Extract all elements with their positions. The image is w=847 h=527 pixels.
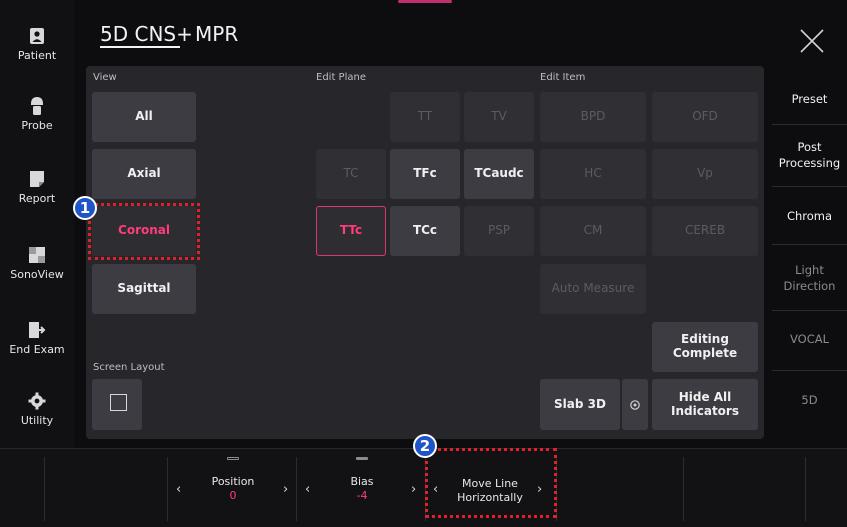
edit-plane-tc-button[interactable]: TC	[316, 149, 386, 199]
right-menu-post-processing[interactable]: Post Processing	[772, 140, 847, 171]
sidebar-item-patient[interactable]: Patient	[0, 27, 74, 62]
divider	[772, 370, 847, 371]
knob-indicator-icon	[356, 457, 368, 460]
right-menu-preset[interactable]: Preset	[772, 92, 847, 108]
end-exam-icon	[28, 321, 46, 339]
position-increase-chevron-icon[interactable]: ›	[283, 482, 288, 497]
knob-indicator-icon	[227, 457, 239, 460]
edit-plane-section-label: Edit Plane	[316, 72, 366, 83]
sidebar-item-report[interactable]: Report	[0, 170, 74, 205]
position-decrease-chevron-icon[interactable]: ‹	[176, 482, 181, 497]
edit-plane-tt-button[interactable]: TT	[390, 92, 460, 142]
tab-5d-cns[interactable]: 5D CNS+	[100, 22, 193, 46]
edit-item-cm-button[interactable]: CM	[540, 206, 646, 256]
right-menu-5d[interactable]: 5D	[772, 393, 847, 409]
tab-mpr[interactable]: MPR	[195, 22, 238, 46]
patient-icon	[28, 27, 46, 45]
annotation-badge-2: 2	[413, 434, 437, 458]
divider	[805, 457, 806, 521]
position-label: Position	[211, 475, 255, 488]
close-icon	[800, 29, 824, 53]
screen-layout-label: Screen Layout	[93, 362, 165, 373]
right-menu-light-direction[interactable]: Light Direction	[772, 263, 847, 294]
settings-gear-icon	[630, 399, 640, 410]
right-sidebar: Preset Post Processing Chroma Light Dire…	[772, 60, 847, 448]
divider	[44, 457, 45, 521]
edit-item-section-label: Edit Item	[540, 72, 586, 83]
utility-gear-icon	[28, 392, 46, 410]
sidebar-item-label: Probe	[21, 119, 53, 132]
right-menu-vocal[interactable]: VOCAL	[772, 332, 847, 348]
divider	[167, 457, 168, 521]
active-tab-underline	[100, 46, 180, 48]
divider	[772, 244, 847, 245]
auto-measure-button[interactable]: Auto Measure	[540, 264, 646, 314]
edit-item-hc-button[interactable]: HC	[540, 149, 646, 199]
divider	[772, 186, 847, 187]
sidebar-item-utility[interactable]: Utility	[0, 392, 74, 427]
sidebar-item-sonoview[interactable]: SonoView	[0, 246, 74, 281]
right-menu-chroma[interactable]: Chroma	[772, 209, 847, 225]
slab-3d-button[interactable]: Slab 3D	[540, 379, 620, 430]
edit-plane-tcc-button[interactable]: TCc	[390, 206, 460, 256]
close-button[interactable]	[797, 26, 827, 56]
edit-plane-psp-button[interactable]: PSP	[464, 206, 534, 256]
annotation-highlight-coronal	[88, 203, 200, 260]
sidebar-item-label: Patient	[17, 49, 57, 62]
divider	[772, 124, 847, 125]
probe-icon	[28, 97, 46, 115]
edit-plane-tv-button[interactable]: TV	[464, 92, 534, 142]
editing-complete-button[interactable]: Editing Complete	[652, 322, 758, 372]
view-section-label: View	[93, 72, 117, 83]
divider	[296, 457, 297, 521]
report-icon	[28, 170, 46, 188]
edit-plane-tfc-button[interactable]: TFc	[390, 149, 460, 199]
bottom-control-bar: ‹ Position 0 › ‹ Bias -4 › ‹ Move Line H…	[0, 448, 847, 527]
sidebar-item-label: Utility	[20, 414, 54, 427]
top-accent-bar	[398, 0, 452, 3]
divider	[772, 310, 847, 311]
sidebar-item-label: Report	[18, 192, 56, 205]
sidebar-item-end-exam[interactable]: End Exam	[0, 321, 74, 356]
annotation-highlight-move-line	[425, 448, 557, 518]
position-knob[interactable]: Position 0	[200, 475, 266, 503]
view-axial-button[interactable]: Axial	[92, 149, 196, 199]
slab-settings-button[interactable]	[622, 379, 648, 430]
sonoview-icon	[28, 246, 46, 264]
sidebar-item-label: SonoView	[10, 268, 64, 281]
sidebar-item-probe[interactable]: Probe	[0, 97, 74, 132]
view-all-button[interactable]: All	[92, 92, 196, 142]
edit-plane-tcaudc-button[interactable]: TCaudc	[464, 149, 534, 199]
edit-plane-ttc-button[interactable]: TTc	[316, 206, 386, 256]
screen-layout-single-icon	[110, 394, 127, 411]
edit-item-bpd-button[interactable]: BPD	[540, 92, 646, 142]
edit-item-ofd-button[interactable]: OFD	[652, 92, 758, 142]
left-sidebar: Patient Probe Report SonoView End Exam U…	[0, 0, 74, 448]
bias-value: -4	[356, 488, 368, 502]
hide-all-indicators-button[interactable]: Hide All Indicators	[652, 379, 758, 430]
view-sagittal-button[interactable]: Sagittal	[92, 264, 196, 314]
bias-label: Bias	[350, 475, 374, 488]
annotation-badge-1: 1	[73, 196, 97, 220]
divider	[683, 457, 684, 521]
bias-decrease-chevron-icon[interactable]: ‹	[305, 482, 310, 497]
bias-increase-chevron-icon[interactable]: ›	[411, 482, 416, 497]
edit-item-cereb-button[interactable]: CEREB	[652, 206, 758, 256]
bias-knob[interactable]: Bias -4	[330, 475, 394, 503]
position-value: 0	[229, 488, 237, 502]
sidebar-item-label: End Exam	[9, 343, 65, 356]
edit-item-vp-button[interactable]: Vp	[652, 149, 758, 199]
